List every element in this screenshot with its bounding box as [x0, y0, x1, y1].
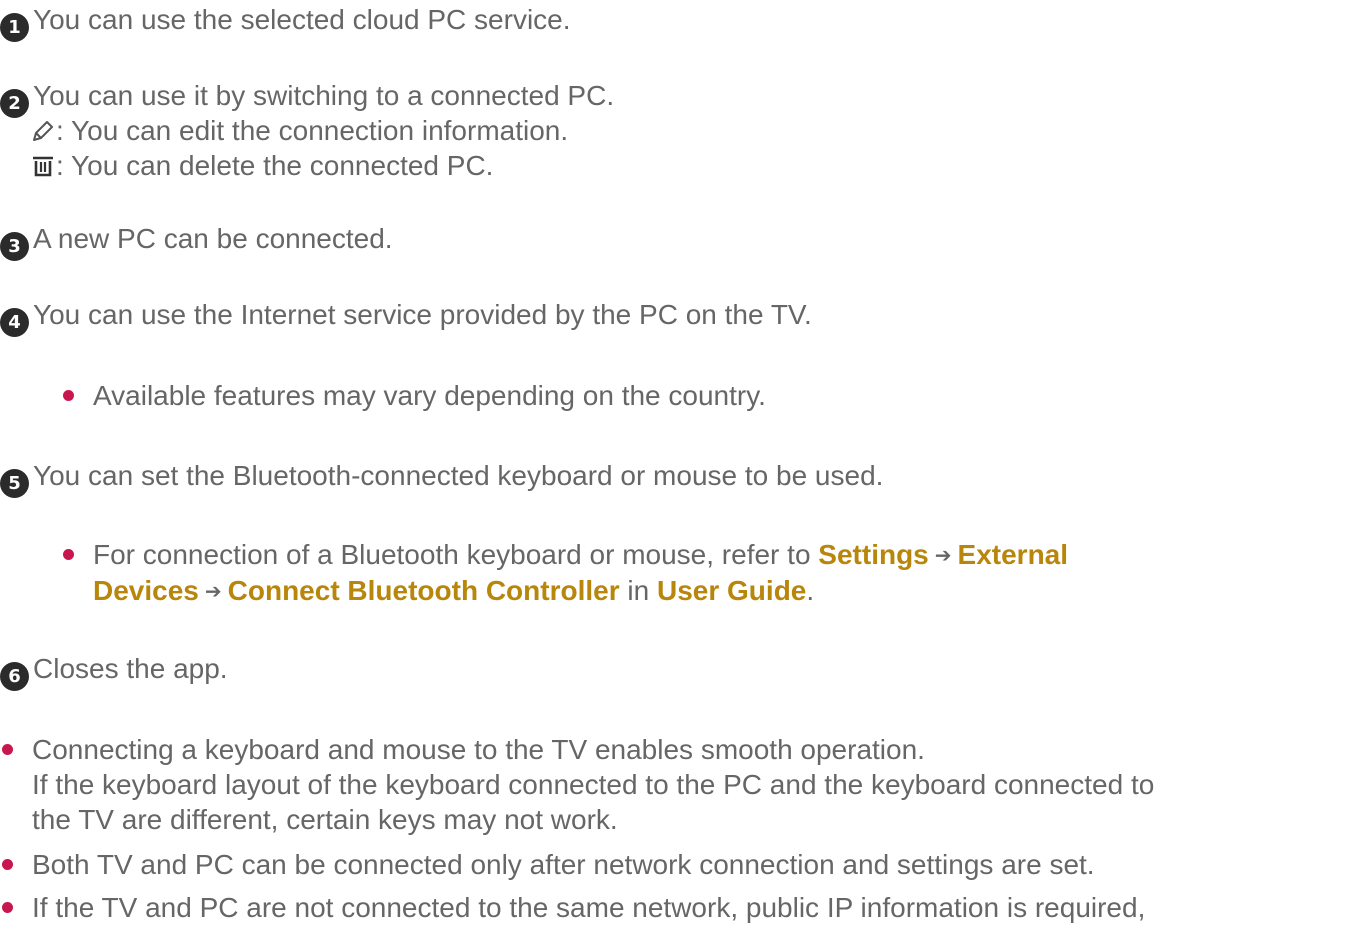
- arrow-icon: ➔: [204, 579, 222, 603]
- feature-text-5: You can set the Bluetooth-connected keyb…: [33, 460, 884, 491]
- note-mid: in: [627, 575, 650, 606]
- note-keyboard: Connecting a keyboard and mouse to the T…: [2, 732, 1347, 837]
- number-badge-5: 5: [0, 469, 29, 498]
- delete-description-text: : You can delete the connected PC.: [56, 150, 494, 181]
- note-suffix: .: [806, 575, 815, 606]
- bullet-dot: [2, 744, 13, 755]
- help-page: 1 You can use the selected cloud PC servi…: [0, 0, 1351, 923]
- feature-text-6: Closes the app.: [33, 653, 228, 684]
- bullet-dot: [63, 549, 74, 560]
- connect-bluetooth-link[interactable]: Connect Bluetooth Controller: [228, 575, 620, 606]
- bullet-dot: [63, 390, 74, 401]
- feature-4-note-text: Available features may vary depending on…: [93, 380, 766, 411]
- number-badge-3: 3: [0, 232, 29, 261]
- external-link[interactable]: External: [958, 539, 1069, 570]
- arrow-icon: ➔: [934, 543, 952, 567]
- note-line: Connecting a keyboard and mouse to the T…: [32, 734, 925, 765]
- delete-description: : You can delete the connected PC.: [30, 148, 493, 183]
- bullet-dot: [2, 902, 13, 913]
- pencil-icon: [33, 121, 53, 141]
- number-badge-2: 2: [0, 89, 29, 118]
- note-line: If the keyboard layout of the keyboard c…: [32, 769, 1155, 800]
- note-network: Both TV and PC can be connected only aft…: [2, 847, 1347, 882]
- note-keyboard-text: Connecting a keyboard and mouse to the T…: [32, 732, 1154, 837]
- feature-text-4: You can use the Internet service provide…: [33, 299, 812, 330]
- feature-item-2: 2 You can use it by switching to a connec…: [0, 78, 614, 118]
- feature-text-2: You can use it by switching to a connect…: [33, 80, 615, 111]
- feature-item-4: 4 You can use the Internet service provid…: [0, 297, 812, 337]
- trash-icon: [33, 156, 53, 177]
- number-badge-1: 1: [0, 13, 29, 42]
- edit-description-text: : You can edit the connection informatio…: [56, 115, 569, 146]
- note-network-text: Both TV and PC can be connected only aft…: [32, 849, 1095, 880]
- note-line: the TV are different, certain keys may n…: [32, 804, 618, 835]
- number-badge-4: 4: [0, 308, 29, 337]
- devices-link[interactable]: Devices: [93, 575, 199, 606]
- feature-5-note-text: For connection of a Bluetooth keyboard o…: [93, 537, 1068, 609]
- note-public-ip: If the TV and PC are not connected to th…: [2, 890, 1347, 925]
- feature-text-1: You can use the selected cloud PC servic…: [33, 4, 571, 35]
- feature-4-note: Available features may vary depending on…: [63, 378, 1263, 413]
- edit-description: : You can edit the connection informatio…: [30, 113, 568, 148]
- user-guide-link[interactable]: User Guide: [657, 575, 806, 606]
- feature-item-3: 3A new PC can be connected.: [0, 221, 393, 261]
- feature-item-6: 6 Closes the app.: [0, 651, 228, 691]
- note-prefix: For connection of a Bluetooth keyboard o…: [93, 539, 811, 570]
- bullet-dot: [2, 859, 13, 870]
- feature-5-note: For connection of a Bluetooth keyboard o…: [63, 537, 1343, 607]
- settings-link[interactable]: Settings: [818, 539, 928, 570]
- number-badge-6: 6: [0, 662, 29, 691]
- feature-item-1: 1 You can use the selected cloud PC servi…: [0, 2, 571, 42]
- feature-item-5: 5 You can set the Bluetooth-connected key…: [0, 458, 883, 498]
- note-public-ip-text: If the TV and PC are not connected to th…: [32, 892, 1146, 923]
- feature-text-3: A new PC can be connected.: [33, 223, 393, 254]
